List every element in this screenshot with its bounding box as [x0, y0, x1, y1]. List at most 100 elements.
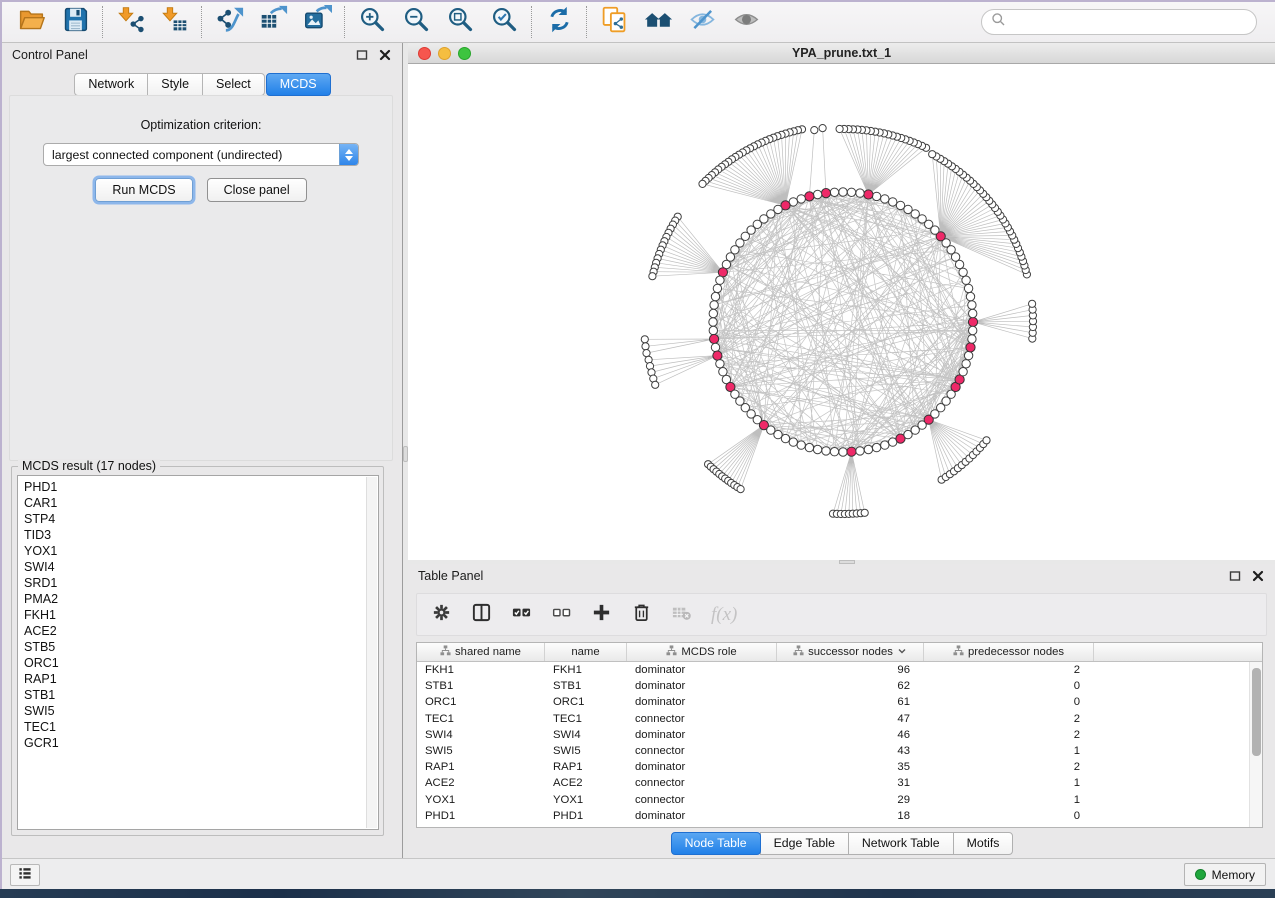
- zoom-fit-button[interactable]: [441, 5, 479, 39]
- graph-node[interactable]: [713, 284, 721, 292]
- column-header-name[interactable]: name: [545, 643, 627, 661]
- delete-table-button[interactable]: [671, 602, 692, 628]
- import-network-button[interactable]: [111, 5, 149, 39]
- graph-node[interactable]: [789, 438, 797, 446]
- mcds-list-scrollbar[interactable]: [366, 477, 377, 828]
- run-mcds-button[interactable]: Run MCDS: [95, 178, 192, 202]
- graph-node[interactable]: [709, 318, 717, 326]
- mcds-result-item[interactable]: YOX1: [18, 543, 378, 559]
- tab-node-table[interactable]: Node Table: [671, 832, 761, 855]
- graph-node[interactable]: [813, 445, 821, 453]
- graph-leaf-node[interactable]: [737, 486, 744, 493]
- graph-node[interactable]: [872, 443, 880, 451]
- dropdown-stepper-icon[interactable]: [339, 143, 358, 166]
- memory-button[interactable]: Memory: [1184, 863, 1266, 886]
- table-row[interactable]: ORC1ORC1dominator610: [417, 694, 1262, 710]
- graph-leaf-node[interactable]: [641, 336, 648, 343]
- copy-style-button[interactable]: [595, 5, 633, 39]
- graph-node[interactable]: [881, 195, 889, 203]
- graph-node[interactable]: [969, 326, 977, 334]
- tab-network-table[interactable]: Network Table: [848, 832, 954, 855]
- graph-node[interactable]: [839, 448, 847, 456]
- mcds-result-item[interactable]: ACE2: [18, 623, 378, 639]
- graph-node[interactable]: [968, 301, 976, 309]
- graph-node[interactable]: [797, 195, 805, 203]
- graph-node[interactable]: [797, 441, 805, 449]
- column-settings-button[interactable]: [431, 602, 452, 628]
- network-canvas[interactable]: [408, 64, 1275, 559]
- mcds-result-item[interactable]: STP4: [18, 511, 378, 527]
- graph-node[interactable]: [716, 276, 724, 284]
- graph-node[interactable]: [962, 276, 970, 284]
- import-table-button[interactable]: [155, 5, 193, 39]
- graph-mcds-node[interactable]: [966, 343, 975, 352]
- graph-node[interactable]: [964, 284, 972, 292]
- mcds-result-item[interactable]: SRD1: [18, 575, 378, 591]
- column-header-MCDS-role[interactable]: MCDS role: [627, 643, 777, 661]
- close-panel-icon[interactable]: [378, 48, 392, 62]
- graph-node[interactable]: [830, 188, 838, 196]
- table-row[interactable]: TEC1TEC1connector472: [417, 711, 1262, 727]
- table-row[interactable]: SWI5SWI5connector431: [417, 743, 1262, 759]
- graph-node[interactable]: [781, 434, 789, 442]
- search-field[interactable]: [1011, 12, 1256, 32]
- open-file-button[interactable]: [12, 5, 50, 39]
- graph-node[interactable]: [966, 292, 974, 300]
- graph-node[interactable]: [839, 188, 847, 196]
- graph-mcds-node[interactable]: [864, 190, 873, 199]
- graph-node[interactable]: [964, 351, 972, 359]
- table-row[interactable]: STB1STB1dominator620: [417, 678, 1262, 694]
- graph-node[interactable]: [813, 190, 821, 198]
- table-scrollbar-thumb[interactable]: [1252, 668, 1261, 756]
- graph-node[interactable]: [805, 443, 813, 451]
- window-minimize-button[interactable]: [438, 47, 451, 60]
- mcds-result-item[interactable]: RAP1: [18, 671, 378, 687]
- graph-node[interactable]: [716, 360, 724, 368]
- tab-motifs[interactable]: Motifs: [953, 832, 1014, 855]
- window-close-button[interactable]: [418, 47, 431, 60]
- graph-node[interactable]: [711, 343, 719, 351]
- mcds-result-item[interactable]: ORC1: [18, 655, 378, 671]
- table-row[interactable]: PHD1PHD1dominator180: [417, 808, 1262, 824]
- close-panel-icon[interactable]: [1251, 569, 1265, 583]
- mcds-result-item[interactable]: CAR1: [18, 495, 378, 511]
- graph-leaf-node[interactable]: [643, 350, 650, 357]
- graph-node[interactable]: [881, 441, 889, 449]
- refresh-layout-button[interactable]: [540, 5, 578, 39]
- mcds-result-list[interactable]: PHD1CAR1STP4TID3YOX1SWI4SRD1PMA2FKH1ACE2…: [17, 475, 379, 830]
- graph-node[interactable]: [709, 326, 717, 334]
- export-network-button[interactable]: [210, 5, 248, 39]
- float-panel-icon[interactable]: [355, 48, 369, 62]
- graph-leaf-node[interactable]: [983, 437, 990, 444]
- mcds-result-item[interactable]: SWI5: [18, 703, 378, 719]
- graph-mcds-node[interactable]: [847, 447, 856, 456]
- table-row[interactable]: RAP1RAP1dominator352: [417, 759, 1262, 775]
- graph-leaf-node[interactable]: [861, 509, 868, 516]
- zoom-out-button[interactable]: [397, 5, 435, 39]
- graph-node[interactable]: [872, 192, 880, 200]
- table-row[interactable]: YOX1YOX1connector291: [417, 792, 1262, 808]
- mcds-result-item[interactable]: FKH1: [18, 607, 378, 623]
- tab-select[interactable]: Select: [202, 73, 265, 96]
- network-graph[interactable]: [408, 64, 1275, 559]
- graph-mcds-node[interactable]: [968, 317, 977, 326]
- delete-column-button[interactable]: [631, 602, 652, 628]
- graph-node[interactable]: [711, 292, 719, 300]
- mcds-result-item[interactable]: TEC1: [18, 719, 378, 735]
- graph-node[interactable]: [959, 268, 967, 276]
- graph-leaf-node[interactable]: [811, 127, 818, 134]
- tab-style[interactable]: Style: [147, 73, 203, 96]
- column-header-successor-nodes[interactable]: successor nodes: [777, 643, 924, 661]
- graph-node[interactable]: [822, 447, 830, 455]
- graph-node[interactable]: [864, 445, 872, 453]
- task-history-button[interactable]: [10, 864, 40, 886]
- graph-leaf-node[interactable]: [1029, 300, 1036, 307]
- table-row[interactable]: SWI4SWI4dominator462: [417, 727, 1262, 743]
- first-neighbors-button[interactable]: [639, 5, 677, 39]
- graph-leaf-node[interactable]: [699, 180, 706, 187]
- tab-mcds[interactable]: MCDS: [266, 73, 331, 96]
- graph-node[interactable]: [709, 309, 717, 317]
- graph-node[interactable]: [847, 188, 855, 196]
- mcds-result-item[interactable]: STB5: [18, 639, 378, 655]
- optimization-criterion-dropdown[interactable]: largest connected component (undirected): [43, 143, 359, 166]
